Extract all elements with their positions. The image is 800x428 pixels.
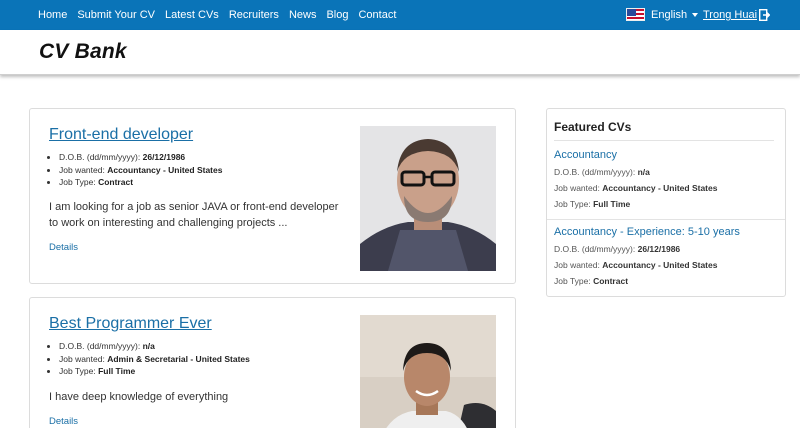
details-link[interactable]: Details bbox=[49, 242, 78, 253]
cv-card: Best Programmer Ever D.O.B. (dd/mm/yyyy)… bbox=[29, 297, 516, 428]
chevron-down-icon bbox=[692, 12, 699, 17]
featured-cv-title-link[interactable]: Accountancy - Experience: 5-10 years bbox=[554, 226, 779, 238]
cv-title-link[interactable]: Best Programmer Ever bbox=[49, 315, 212, 333]
nav-contact[interactable]: Contact bbox=[358, 9, 396, 21]
featured-cv-item: Accountancy D.O.B. (dd/mm/yyyy): n/a Job… bbox=[554, 149, 779, 212]
featured-cv-job-type: Job Type: Contract bbox=[554, 276, 629, 286]
cv-job-type: Job Type: Full Time bbox=[59, 365, 250, 378]
divider bbox=[547, 219, 785, 220]
nav-submit-cv[interactable]: Submit Your CV bbox=[77, 9, 155, 21]
featured-cvs-heading: Featured CVs bbox=[554, 120, 632, 134]
cv-title-link[interactable]: Front-end developer bbox=[49, 126, 193, 144]
cv-description: I am looking for a job as senior JAVA or… bbox=[49, 201, 339, 229]
smiling-man-photo[interactable] bbox=[360, 315, 496, 428]
cv-meta-list: D.O.B. (dd/mm/yyyy): 26/12/1986 Job want… bbox=[59, 151, 222, 189]
language-selector[interactable]: English bbox=[626, 8, 699, 21]
logout-icon[interactable] bbox=[759, 9, 770, 21]
featured-cv-item: Accountancy - Experience: 5-10 years D.O… bbox=[554, 226, 779, 289]
nav-home[interactable]: Home bbox=[38, 9, 67, 21]
cv-job-wanted: Job wanted: Accountancy - United States bbox=[59, 164, 222, 177]
cv-description: I have deep knowledge of everything bbox=[49, 391, 229, 403]
featured-cv-title-link[interactable]: Accountancy bbox=[554, 149, 779, 161]
divider bbox=[554, 140, 774, 141]
cv-card: Front-end developer D.O.B. (dd/mm/yyyy):… bbox=[29, 108, 516, 284]
us-flag-icon bbox=[626, 8, 645, 21]
featured-cv-job-wanted: Job wanted: Accountancy - United States bbox=[554, 183, 718, 193]
details-link[interactable]: Details bbox=[49, 416, 78, 427]
main-nav: Home Submit Your CV Latest CVs Recruiter… bbox=[38, 0, 406, 30]
language-label: English bbox=[651, 8, 688, 21]
featured-cv-job-wanted: Job wanted: Accountancy - United States bbox=[554, 260, 718, 270]
cv-dob: D.O.B. (dd/mm/yyyy): 26/12/1986 bbox=[59, 151, 222, 164]
nav-recruiters[interactable]: Recruiters bbox=[229, 9, 279, 21]
featured-cvs-panel: Featured CVs Accountancy D.O.B. (dd/mm/y… bbox=[546, 108, 786, 297]
cv-job-wanted: Job wanted: Admin & Secretarial - United… bbox=[59, 353, 250, 366]
top-nav-bar: Home Submit Your CV Latest CVs Recruiter… bbox=[0, 0, 800, 30]
cv-job-type: Job Type: Contract bbox=[59, 176, 222, 189]
featured-cv-job-type: Job Type: Full Time bbox=[554, 199, 631, 209]
cv-meta-list: D.O.B. (dd/mm/yyyy): n/a Job wanted: Adm… bbox=[59, 340, 250, 378]
nav-latest-cvs[interactable]: Latest CVs bbox=[165, 9, 219, 21]
nav-news[interactable]: News bbox=[289, 9, 317, 21]
user-profile-link[interactable]: Trong Huai bbox=[703, 9, 757, 21]
featured-cv-dob: D.O.B. (dd/mm/yyyy): n/a bbox=[554, 167, 650, 177]
site-logo[interactable]: CV Bank bbox=[39, 40, 127, 64]
featured-cv-dob: D.O.B. (dd/mm/yyyy): 26/12/1986 bbox=[554, 244, 681, 254]
cv-dob: D.O.B. (dd/mm/yyyy): n/a bbox=[59, 340, 250, 353]
brand-header: CV Bank bbox=[0, 30, 800, 75]
nav-blog[interactable]: Blog bbox=[326, 9, 348, 21]
man-with-glasses-photo[interactable] bbox=[360, 126, 496, 271]
